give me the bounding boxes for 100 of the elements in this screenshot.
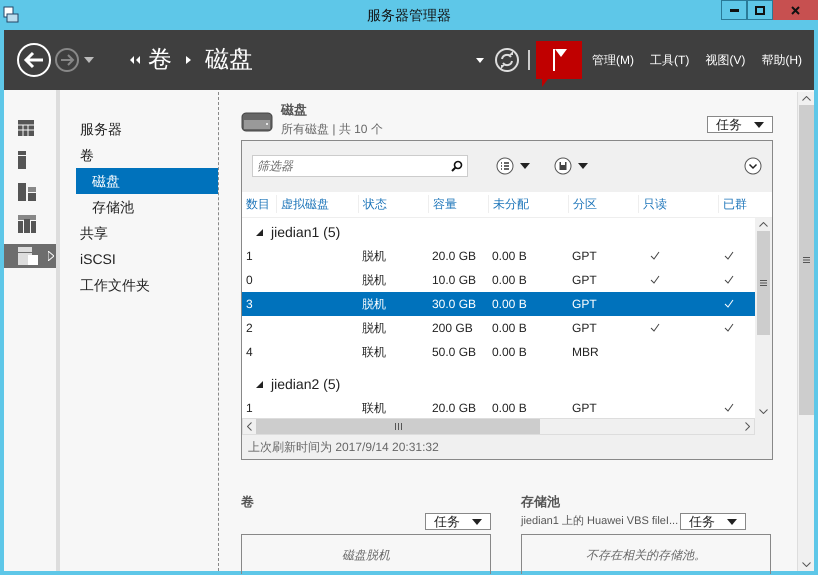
scroll-right-icon[interactable] [745,422,750,430]
tasks-dropdown[interactable]: 任务 [425,513,491,530]
column-header[interactable]: 数目 [242,195,276,213]
nav-item[interactable]: 工作文件夹 [76,272,218,298]
minimize-button[interactable] [721,0,747,20]
group-label: jiedian1 (5) [271,223,340,242]
table-cell-text: 0.00 B [491,272,528,288]
caret-icon [578,163,588,169]
notification-flag-icon[interactable] [536,41,582,87]
menu-item[interactable]: 工具(T) [650,51,690,69]
table-cell-text: 0.00 B [491,320,528,336]
server-icon [18,151,26,169]
breadcrumb-link[interactable]: 磁盘 [205,42,253,78]
table-cell-text: 4 [245,344,254,360]
maximize-icon [755,6,765,14]
forward-icon[interactable] [54,47,80,73]
table-cell-text: 30.0 GB [431,296,478,312]
scroll-down-icon[interactable] [759,408,768,414]
table-cell-text: 脱机 [361,248,387,264]
app-icon [3,6,19,24]
scroll-thumb[interactable] [798,105,814,415]
table-cell-text: MBR [571,344,600,360]
table-row[interactable]: 1 联机 20.0 GB 0.00 B GPT [242,396,755,418]
menu-item[interactable]: 帮助(H) [761,51,802,69]
check-icon [724,323,734,332]
dropdown-caret-icon[interactable] [476,58,484,62]
rail-item[interactable] [4,244,56,268]
table-cell-text: GPT [571,400,598,416]
column-header[interactable]: 虚拟磁盘 [276,195,358,213]
scroll-up-icon[interactable] [759,222,768,226]
vertical-scrollbar[interactable] [755,218,772,418]
column-header[interactable]: 分区 [568,195,638,213]
check-icon [724,403,734,412]
menu-item[interactable]: 管理(M) [592,51,634,69]
scroll-up-icon[interactable] [802,96,810,101]
nav-item[interactable]: iSCSI [76,246,218,272]
section-title: 存储池 [521,492,561,510]
menu-item[interactable]: 视图(V) [705,51,746,69]
table-cell-text: 20.0 GB [431,400,478,416]
grip-icon [802,257,810,263]
groups-icon [18,215,36,233]
minimize-icon [730,8,738,12]
grip-icon [760,280,767,286]
table-cell-text: 2 [245,320,254,336]
collapse-icon[interactable] [256,381,263,388]
scroll-down-icon[interactable] [802,562,810,567]
caret-icon [754,122,764,128]
nav-item[interactable]: 磁盘 [76,168,218,194]
nav-item[interactable]: 卷 [76,142,218,168]
caret-icon [727,518,738,524]
caret-icon [472,518,482,524]
expand-icon[interactable] [744,157,762,175]
page-scrollbar[interactable] [797,92,814,571]
column-header[interactable]: 容量 [428,195,488,213]
table-cell-text: 0.00 B [491,400,528,416]
table-cell-text: 脱机 [361,320,387,336]
filter-field[interactable]: 筛选器 [252,155,468,177]
maximize-button[interactable] [747,0,773,20]
table-cell-text: 10.0 GB [431,272,478,288]
search-icon [451,160,463,172]
list-view-button[interactable] [496,157,530,175]
collapse-icon[interactable] [256,229,263,236]
nav-item[interactable]: 共享 [76,220,218,246]
tasks-dropdown[interactable]: 任务 [680,513,746,530]
close-button[interactable] [773,0,818,20]
scroll-left-icon[interactable] [247,422,252,430]
save-query-button[interactable] [554,157,588,175]
table-row[interactable]: 4 联机 50.0 GB 0.00 B MBR [242,340,755,364]
horizontal-scrollbar[interactable] [242,418,755,434]
list-icon [496,157,514,175]
back-icon[interactable] [16,42,52,78]
table-cell-text: 0 [245,272,254,288]
tasks-dropdown[interactable]: 任务 [707,116,773,133]
breadcrumb-link[interactable]: 卷 [148,42,172,78]
check-icon [650,275,660,284]
empty-message: 不存在相关的存储池。 [586,546,706,564]
table-row[interactable]: 1 脱机 20.0 GB 0.00 B GPT [242,244,755,268]
section-subtitle: 所有磁盘 | 共 10 个 [281,120,383,138]
scroll-thumb[interactable] [256,418,540,434]
table-cell-text: 3 [245,296,254,312]
nav-item[interactable]: 存储池 [76,194,218,220]
scroll-thumb[interactable] [757,230,770,334]
servers-icon [18,183,36,201]
table-cell-text: GPT [571,272,598,288]
refresh-icon[interactable] [494,47,520,73]
table-row[interactable]: 2 脱机 200 GB 0.00 B GPT [242,316,755,340]
history-caret-icon[interactable] [84,57,94,63]
nav-item[interactable]: 服务器 [76,116,218,142]
table-cell-text: GPT [571,296,598,312]
column-header[interactable]: 已群 [718,195,751,213]
dashboard-icon [18,120,34,136]
close-icon [791,6,800,14]
column-header[interactable]: 只读 [638,195,718,213]
table-cell-text: GPT [571,320,598,336]
table-row[interactable]: 3 脱机 30.0 GB 0.00 B GPT [242,292,755,316]
table-row[interactable]: 0 脱机 10.0 GB 0.00 B GPT [242,268,755,292]
column-header[interactable]: 状态 [358,195,428,213]
window-title: 服务器管理器 [367,6,451,24]
expand-arrow-icon [48,251,54,261]
column-header[interactable]: 未分配 [488,195,568,213]
